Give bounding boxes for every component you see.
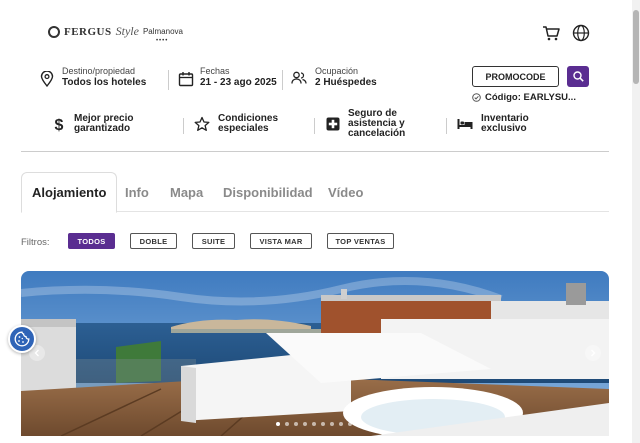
- fergus-logo[interactable]: FERGUS Style Palmanova ••••: [48, 24, 183, 44]
- applied-code-text: Código: EARLYSU...: [485, 92, 576, 103]
- section-divider: [21, 151, 609, 152]
- tab-info[interactable]: Info: [125, 172, 149, 212]
- cart-icon[interactable]: [542, 24, 560, 42]
- filter-chip-doble[interactable]: DOBLE: [130, 233, 177, 249]
- gallery-dot[interactable]: [312, 422, 316, 426]
- divider: [314, 118, 315, 134]
- cookie-icon: [14, 331, 30, 347]
- promocode-button[interactable]: PROMOCODE: [472, 66, 559, 87]
- room-photo-gallery[interactable]: [21, 271, 609, 436]
- cookie-settings-button[interactable]: [8, 325, 36, 353]
- filter-chips: TODOS DOBLE SUITE VISTA MAR TOP VENTAS: [0, 233, 632, 251]
- search-button[interactable]: [567, 66, 589, 87]
- logo-style: Style: [115, 24, 139, 38]
- benefit-best-price-line2: garantizado: [74, 123, 131, 134]
- dates-field[interactable]: Fechas 21 - 23 ago 2025: [178, 66, 277, 89]
- benefit-insurance: Seguro de asistencia y cancelación: [326, 109, 405, 139]
- filter-chip-top-ventas[interactable]: TOP VENTAS: [327, 233, 394, 249]
- check-circle-icon: [472, 93, 481, 102]
- gallery-pagination: [276, 422, 352, 426]
- filter-chip-suite[interactable]: SUITE: [192, 233, 235, 249]
- medical-cross-icon: [326, 117, 340, 131]
- page-scrollbar[interactable]: [632, 0, 640, 443]
- destination-label: Destino/propiedad: [62, 66, 136, 76]
- occupancy-field[interactable]: Ocupación 2 Huéspedes: [291, 66, 377, 89]
- benefit-special-conditions: Condiciones especiales: [194, 114, 278, 134]
- gallery-dot[interactable]: [348, 422, 352, 426]
- site-header: FERGUS Style Palmanova ••••: [0, 0, 632, 62]
- tab-disponibilidad[interactable]: Disponibilidad: [223, 172, 313, 212]
- rooftop-terrace-photo: [21, 271, 609, 436]
- benefit-inventory-line2: exclusivo: [481, 123, 527, 134]
- applied-code: Código: EARLYSU...: [472, 92, 576, 103]
- divider: [183, 118, 184, 134]
- benefit-special-line2: especiales: [218, 123, 269, 134]
- benefit-best-price: $ Mejor precio garantizado: [52, 114, 134, 134]
- chevron-left-icon: [34, 349, 39, 357]
- gallery-next-button[interactable]: [585, 345, 601, 361]
- tab-mapa[interactable]: Mapa: [170, 172, 203, 212]
- location-pin-icon: [40, 71, 54, 87]
- divider: [446, 118, 447, 134]
- destination-field[interactable]: Destino/propiedad Todos los hoteles: [40, 66, 146, 89]
- benefit-inventory: Inventario exclusivo: [457, 114, 529, 134]
- logo-place-text: Palmanova: [142, 27, 183, 36]
- destination-value: Todos los hoteles: [62, 77, 147, 88]
- scrollbar-thumb[interactable]: [633, 10, 639, 84]
- logo-brand: FERGUS: [64, 25, 112, 38]
- filter-chip-todos[interactable]: TODOS: [68, 233, 115, 249]
- svg-text:$: $: [55, 117, 64, 133]
- gallery-dot[interactable]: [339, 422, 343, 426]
- benefit-insurance-line3: cancelación: [348, 128, 406, 139]
- gallery-dot[interactable]: [330, 422, 334, 426]
- calendar-icon: [178, 72, 194, 87]
- gallery-dot[interactable]: [303, 422, 307, 426]
- divider: [168, 70, 169, 90]
- hotel-tabs: Alojamiento Info Mapa Disponibilidad Víd…: [21, 172, 609, 213]
- gallery-dot[interactable]: [321, 422, 325, 426]
- dates-value: 21 - 23 ago 2025: [200, 77, 277, 88]
- logo-place: Palmanova ••••: [142, 27, 183, 44]
- logo-stars: ••••: [155, 38, 169, 44]
- divider: [282, 70, 283, 90]
- dates-label: Fechas: [200, 66, 230, 76]
- gallery-dot[interactable]: [294, 422, 298, 426]
- star-icon: [194, 116, 210, 131]
- guests-icon: [291, 71, 307, 84]
- tab-video[interactable]: Vídeo: [328, 172, 363, 212]
- gallery-dot[interactable]: [276, 422, 280, 426]
- benefits-strip: $ Mejor precio garantizado Condiciones e…: [0, 108, 632, 148]
- globe-icon[interactable]: [572, 24, 590, 42]
- gallery-dot[interactable]: [285, 422, 289, 426]
- occupancy-value: 2 Huéspedes: [315, 77, 377, 88]
- bed-icon: [457, 119, 473, 129]
- search-icon: [572, 71, 584, 82]
- occupancy-label: Ocupación: [315, 66, 359, 76]
- tab-alojamiento[interactable]: Alojamiento: [21, 172, 118, 213]
- chevron-right-icon: [591, 349, 596, 357]
- logo-mark: [48, 25, 60, 38]
- filter-chip-vista-mar[interactable]: VISTA MAR: [250, 233, 312, 249]
- dollar-icon: $: [55, 117, 64, 133]
